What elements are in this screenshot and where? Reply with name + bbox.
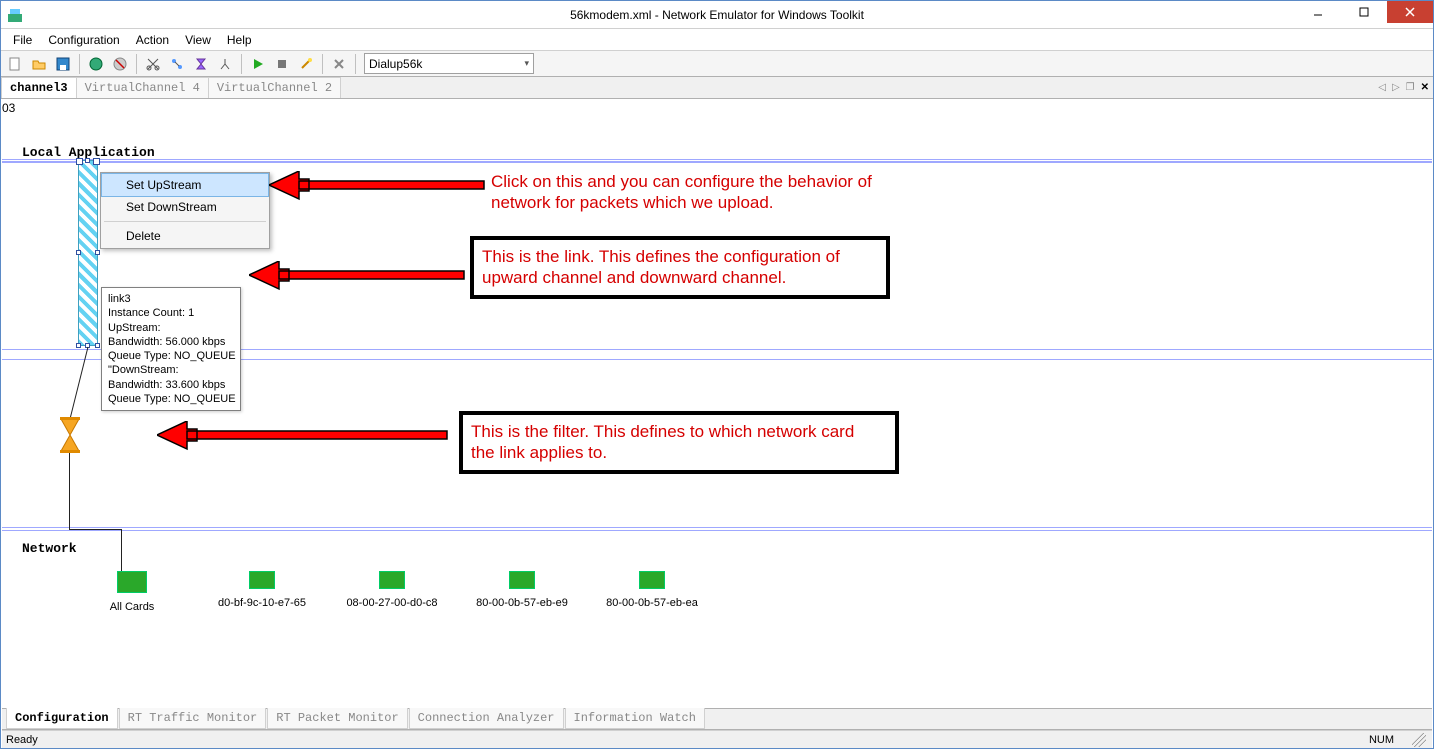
divider xyxy=(2,161,1432,163)
menu-configuration[interactable]: Configuration xyxy=(40,31,127,49)
menu-bar: File Configuration Action View Help xyxy=(1,29,1433,51)
stop-icon[interactable] xyxy=(271,53,293,75)
bottom-tab[interactable]: RT Traffic Monitor xyxy=(119,708,267,729)
arrow-icon xyxy=(249,261,469,291)
ctx-delete[interactable]: Delete xyxy=(102,225,268,247)
open-icon[interactable] xyxy=(28,53,50,75)
maximize-button[interactable] xyxy=(1341,1,1387,23)
hourglass-icon[interactable] xyxy=(190,53,212,75)
connector-line xyxy=(69,529,121,530)
link-context-menu: Set UpStream Set DownStream Delete xyxy=(100,172,270,249)
flow-icon[interactable] xyxy=(166,53,188,75)
save-icon[interactable] xyxy=(52,53,74,75)
annotation-box: This is the link. This defines the confi… xyxy=(470,236,890,299)
divider xyxy=(2,527,1432,528)
play-icon[interactable] xyxy=(247,53,269,75)
arrow-icon xyxy=(269,171,489,201)
ctx-set-upstream[interactable]: Set UpStream xyxy=(101,173,269,197)
network-label: Network xyxy=(22,541,77,556)
new-icon[interactable] xyxy=(4,53,26,75)
bottom-tab[interactable]: Configuration xyxy=(6,708,118,729)
scissors-icon[interactable] xyxy=(142,53,164,75)
globe-icon[interactable] xyxy=(85,53,107,75)
menu-view[interactable]: View xyxy=(177,31,219,49)
network-card-item[interactable]: 08-00-27-00-d0-c8 xyxy=(352,571,432,613)
branch-icon[interactable] xyxy=(214,53,236,75)
topology-canvas[interactable]: Local Application Set UpStream Set DownS… xyxy=(2,101,1432,706)
close-button[interactable] xyxy=(1387,1,1433,23)
menu-file[interactable]: File xyxy=(5,31,40,49)
tab-prev-icon[interactable]: ◁ xyxy=(1378,82,1386,93)
channel-tab-strip: channel3 VirtualChannel 4 VirtualChannel… xyxy=(1,77,1433,99)
window-title: 56kmodem.xml - Network Emulator for Wind… xyxy=(1,8,1433,22)
connector-line xyxy=(121,529,122,573)
toolbar: Dialup56k ▾ xyxy=(1,51,1433,77)
bottom-tab[interactable]: Connection Analyzer xyxy=(409,708,564,729)
minimize-button[interactable] xyxy=(1295,1,1341,23)
filter-node[interactable] xyxy=(57,417,83,456)
wand-icon[interactable] xyxy=(295,53,317,75)
menu-help[interactable]: Help xyxy=(219,31,260,49)
status-text: Ready xyxy=(2,734,38,746)
connector-line xyxy=(69,453,70,529)
profile-dropdown[interactable]: Dialup56k ▾ xyxy=(364,53,534,74)
stop-globe-icon[interactable] xyxy=(109,53,131,75)
menu-action[interactable]: Action xyxy=(128,31,177,49)
network-card-item[interactable]: 80-00-0b-57-eb-e9 xyxy=(482,571,562,613)
network-card-item[interactable]: 80-00-0b-57-eb-ea xyxy=(612,571,692,613)
annotation-box: This is the filter. This defines to whic… xyxy=(459,411,899,474)
tab-close-icon[interactable]: ✕ xyxy=(1421,82,1429,93)
title-bar: 56kmodem.xml - Network Emulator for Wind… xyxy=(1,1,1433,29)
bottom-tab-strip: Configuration RT Traffic Monitor RT Pack… xyxy=(2,708,1432,730)
status-numlock: NUM xyxy=(1369,734,1394,746)
ctx-set-downstream[interactable]: Set DownStream xyxy=(102,196,268,218)
nic-icon xyxy=(249,571,275,589)
channel-tab[interactable]: channel3 xyxy=(1,77,77,98)
network-card-item[interactable]: All Cards xyxy=(92,571,172,613)
bottom-tab[interactable]: RT Packet Monitor xyxy=(267,708,407,729)
tab-next-icon[interactable]: ▷ xyxy=(1392,82,1400,93)
divider xyxy=(2,159,1432,160)
profile-dropdown-value: Dialup56k xyxy=(369,57,422,71)
channel-tab[interactable]: VirtualChannel 4 xyxy=(76,77,209,98)
bottom-tab[interactable]: Information Watch xyxy=(565,708,705,729)
app-icon xyxy=(1,7,29,23)
nic-icon xyxy=(379,571,405,589)
nic-icon xyxy=(509,571,535,589)
chevron-down-icon: ▾ xyxy=(524,58,529,69)
status-bar: Ready NUM xyxy=(2,730,1432,748)
network-cards-row: All Cards d0-bf-9c-10-e7-65 08-00-27-00-… xyxy=(92,571,692,613)
nic-icon xyxy=(117,571,147,593)
divider xyxy=(2,530,1432,531)
nic-icon xyxy=(639,571,665,589)
channel-tab[interactable]: VirtualChannel 2 xyxy=(208,77,341,98)
tab-new-icon[interactable]: ❐ xyxy=(1406,82,1415,93)
network-card-item[interactable]: d0-bf-9c-10-e7-65 xyxy=(222,571,302,613)
link-tooltip: link3 Instance Count: 1 UpStream: Bandwi… xyxy=(101,287,241,411)
resize-grip-icon[interactable] xyxy=(1412,733,1426,747)
arrow-icon xyxy=(157,421,457,451)
settings-icon[interactable] xyxy=(328,53,350,75)
annotation-text: Click on this and you can configure the … xyxy=(491,171,872,214)
